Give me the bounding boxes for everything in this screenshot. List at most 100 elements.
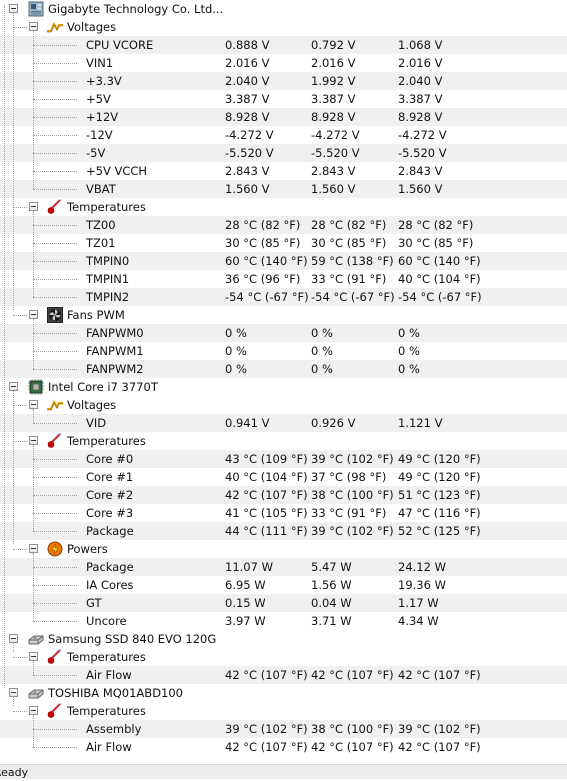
- collapse-toggle[interactable]: [9, 4, 18, 13]
- sensor-row[interactable]: +5V VCCH 2.843 V 2.843 V 2.843 V: [0, 162, 567, 180]
- sensor-row[interactable]: Uncore 3.97 W 3.71 W 4.34 W: [0, 612, 567, 630]
- sensor-row[interactable]: TMPIN1 36 °C (96 °F) 33 °C (91 °F) 40 °C (1…: [0, 270, 567, 288]
- sensor-row[interactable]: Air Flow 42 °C (107 °F) 42 °C (107 °F) 42 °…: [0, 666, 567, 684]
- sensor-row[interactable]: -12V -4.272 V -4.272 V -4.272 V: [0, 126, 567, 144]
- sensor-max: -54 °C (-67 °F): [398, 290, 482, 304]
- sensor-row[interactable]: Package 11.07 W 5.47 W 24.12 W: [0, 558, 567, 576]
- sensor-value: 2.016 V: [225, 56, 270, 70]
- sensor-value: 30 °C (85 °F): [225, 236, 301, 250]
- sensor-min: 2.016 V: [311, 56, 356, 70]
- collapse-toggle[interactable]: [9, 688, 18, 697]
- group-row-voltages[interactable]: Voltages: [0, 396, 567, 414]
- sensor-value: 42 °C (107 °F): [225, 668, 308, 682]
- sensor-max: 24.12 W: [398, 560, 446, 574]
- tree-connector: [13, 315, 27, 316]
- sensor-label: Core #2: [86, 488, 134, 502]
- sensor-label: TMPIN1: [86, 272, 130, 286]
- collapse-toggle[interactable]: [29, 310, 38, 319]
- sensor-min: 39 °C (102 °F): [311, 452, 394, 466]
- collapse-toggle[interactable]: [29, 202, 38, 211]
- sensor-row[interactable]: TZ01 30 °C (85 °F) 30 °C (85 °F) 30 °C (85 …: [0, 234, 567, 252]
- sensor-row[interactable]: FANPWM2 0 % 0 % 0 %: [0, 360, 567, 378]
- sensor-min: 28 °C (82 °F): [311, 218, 387, 232]
- sensor-row[interactable]: Air Flow 42 °C (107 °F) 42 °C (107 °F) 42 °…: [0, 738, 567, 756]
- collapse-toggle[interactable]: [29, 436, 38, 445]
- sensor-value: 0 %: [225, 326, 247, 340]
- tree-connector: [33, 495, 77, 496]
- tree-connector: [33, 31, 34, 189]
- sensor-value: 11.07 W: [225, 560, 273, 574]
- collapse-toggle[interactable]: [29, 22, 38, 31]
- sensor-min: 1.992 V: [311, 74, 356, 88]
- sensor-row[interactable]: FANPWM1 0 % 0 % 0 %: [0, 342, 567, 360]
- sensor-row[interactable]: Core #1 40 °C (104 °F) 37 °C (98 °F) 49 °C …: [0, 468, 567, 486]
- group-name: Temperatures: [67, 200, 146, 214]
- device-name: TOSHIBA MQ01ABD100: [48, 686, 183, 700]
- sensor-max: 0 %: [398, 362, 420, 376]
- sensor-row[interactable]: VID 0.941 V 0.926 V 1.121 V: [0, 414, 567, 432]
- group-row-temperatures[interactable]: Temperatures: [0, 198, 567, 216]
- sensor-row[interactable]: IA Cores 6.95 W 1.56 W 19.36 W: [0, 576, 567, 594]
- sensor-row[interactable]: TMPIN2 -54 °C (-67 °F) -54 °C (-67 °F) -54 …: [0, 288, 567, 306]
- tree-connector: [33, 567, 77, 568]
- collapse-toggle[interactable]: [9, 634, 18, 643]
- sensor-row[interactable]: GT 0.15 W 0.04 W 1.17 W: [0, 594, 567, 612]
- sensor-value: 3.97 W: [225, 614, 266, 628]
- sensor-value: 42 °C (107 °F): [225, 488, 308, 502]
- sensor-row[interactable]: Assembly 39 °C (102 °F) 38 °C (100 °F) 39 °…: [0, 720, 567, 738]
- collapse-toggle[interactable]: [29, 652, 38, 661]
- tree-connector: [33, 621, 77, 622]
- collapse-toggle[interactable]: [29, 400, 38, 409]
- group-row-voltages[interactable]: Voltages: [0, 18, 567, 36]
- sensor-value: 0 %: [225, 344, 247, 358]
- motherboard-icon: [28, 1, 44, 17]
- sensor-value: 0.888 V: [225, 38, 270, 52]
- sensor-value: 2.040 V: [225, 74, 270, 88]
- sensor-value: 1.560 V: [225, 182, 270, 196]
- sensor-min: -5.520 V: [311, 146, 360, 160]
- sensor-label: TZ00: [86, 218, 116, 232]
- sensor-min: 37 °C (98 °F): [311, 470, 387, 484]
- group-row-temperatures[interactable]: Temperatures: [0, 432, 567, 450]
- sensor-tree[interactable]: Gigabyte Technology Co. Ltd... Voltages CP…: [0, 0, 567, 764]
- tree-connector: [33, 63, 77, 64]
- tree-connector: [13, 643, 14, 652]
- collapse-toggle[interactable]: [9, 382, 18, 391]
- sensor-row[interactable]: VBAT 1.560 V 1.560 V 1.560 V: [0, 180, 567, 198]
- device-row-intel-core-i7-3770t[interactable]: Intel Core i7 3770T: [0, 378, 567, 396]
- sensor-row[interactable]: TZ00 28 °C (82 °F) 28 °C (82 °F) 28 °C (82 …: [0, 216, 567, 234]
- sensor-row[interactable]: Core #0 43 °C (109 °F) 39 °C (102 °F) 49 °C…: [0, 450, 567, 468]
- tree-connector: [33, 261, 77, 262]
- sensor-value: -5.520 V: [225, 146, 274, 160]
- sensor-row[interactable]: CPU VCORE 0.888 V 0.792 V 1.068 V: [0, 36, 567, 54]
- sensor-row[interactable]: TMPIN0 60 °C (140 °F) 59 °C (138 °F) 60 °C …: [0, 252, 567, 270]
- group-row-fans-pwm[interactable]: Fans PWM: [0, 306, 567, 324]
- sensor-min: 59 °C (138 °F): [311, 254, 394, 268]
- collapse-toggle[interactable]: [29, 706, 38, 715]
- sensor-row[interactable]: -5V -5.520 V -5.520 V -5.520 V: [0, 144, 567, 162]
- group-row-temperatures[interactable]: Temperatures: [0, 648, 567, 666]
- sensor-row[interactable]: +12V 8.928 V 8.928 V 8.928 V: [0, 108, 567, 126]
- sensor-row[interactable]: +5V 3.387 V 3.387 V 3.387 V: [0, 90, 567, 108]
- sensor-min: 0 %: [311, 344, 333, 358]
- sensor-row[interactable]: Core #2 42 °C (107 °F) 38 °C (100 °F) 51 °C…: [0, 486, 567, 504]
- sensor-row[interactable]: VIN1 2.016 V 2.016 V 2.016 V: [0, 54, 567, 72]
- device-row-toshiba-mq01abd100[interactable]: TOSHIBA MQ01ABD100: [0, 684, 567, 702]
- device-row-samsung-ssd-840-evo-120g[interactable]: Samsung SSD 840 EVO 120G: [0, 630, 567, 648]
- sensor-max: 40 °C (104 °F): [398, 272, 481, 286]
- tree-connector: [13, 405, 27, 406]
- sensor-value: 43 °C (109 °F): [225, 452, 308, 466]
- sensor-min: 3.71 W: [311, 614, 352, 628]
- sensor-row[interactable]: Core #3 41 °C (105 °F) 33 °C (91 °F) 47 °C …: [0, 504, 567, 522]
- tree-connector: [33, 81, 77, 82]
- sensor-row[interactable]: +3.3V 2.040 V 1.992 V 2.040 V: [0, 72, 567, 90]
- group-row-powers[interactable]: Powers: [0, 540, 567, 558]
- sensor-label: Uncore: [86, 614, 127, 628]
- status-bar: Ready: [0, 764, 567, 779]
- device-row-gigabyte-technology-co-ltd[interactable]: Gigabyte Technology Co. Ltd...: [0, 0, 567, 18]
- sensor-row[interactable]: Package 44 °C (111 °F) 39 °C (102 °F) 52 °C…: [0, 522, 567, 540]
- sensor-row[interactable]: FANPWM0 0 % 0 % 0 %: [0, 324, 567, 342]
- collapse-toggle[interactable]: [29, 544, 38, 553]
- group-name: Voltages: [67, 20, 117, 34]
- group-row-temperatures[interactable]: Temperatures: [0, 702, 567, 720]
